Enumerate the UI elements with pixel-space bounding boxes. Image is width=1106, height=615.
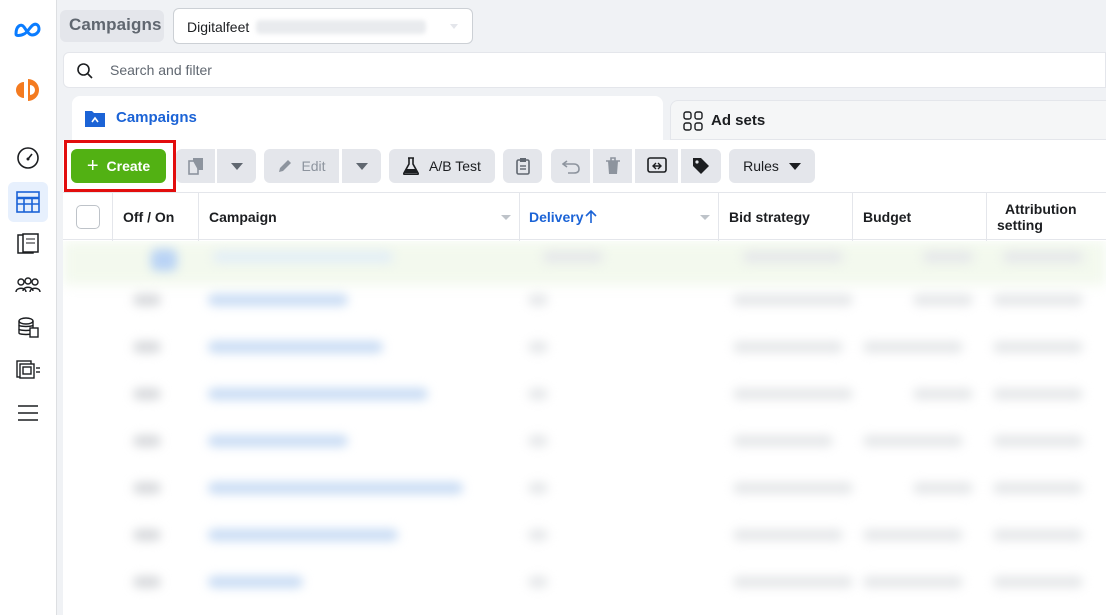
tab-ad-sets-label: Ad sets — [711, 112, 766, 129]
ab-test-button-label: A/B Test — [429, 158, 481, 174]
duplicate-dropdown-button[interactable] — [217, 149, 256, 183]
top-bar: Campaigns Digitalfeet — [57, 0, 1106, 52]
meta-logo-icon[interactable] — [8, 10, 48, 50]
caret-down-icon — [230, 162, 243, 170]
table-row — [63, 476, 1106, 523]
search-and-filter-bar[interactable] — [63, 52, 1106, 88]
trash-icon — [605, 157, 620, 174]
rules-dropdown-button[interactable]: Rules — [729, 149, 815, 183]
catalog-icon[interactable] — [8, 350, 48, 390]
sort-caret-icon[interactable] — [700, 215, 710, 220]
chevron-down-icon — [450, 24, 458, 29]
caret-down-icon — [788, 162, 801, 170]
edit-button-label: Edit — [301, 158, 326, 174]
pencil-icon — [279, 160, 292, 172]
billing-icon[interactable] — [8, 308, 48, 348]
column-header-off-on[interactable]: Off / On — [113, 193, 199, 241]
edit-dropdown-button[interactable] — [342, 149, 381, 183]
tab-campaigns-label: Campaigns — [116, 109, 197, 126]
undo-icon — [561, 160, 580, 174]
tag-button[interactable] — [681, 149, 721, 183]
export-button[interactable] — [635, 149, 678, 183]
column-header-campaign[interactable]: Campaign — [199, 193, 520, 241]
flask-icon — [403, 157, 420, 175]
delete-button[interactable] — [593, 149, 632, 183]
business-logo-icon[interactable] — [8, 70, 48, 110]
ads-manager-table-icon[interactable] — [8, 182, 48, 222]
table-row — [63, 570, 1106, 615]
tag-icon — [693, 158, 709, 174]
sort-ascending-arrow-icon — [585, 210, 598, 223]
audiences-icon[interactable] — [8, 266, 48, 306]
undo-button[interactable] — [551, 149, 590, 183]
column-header-delivery[interactable]: Delivery — [520, 193, 719, 241]
column-header-bid-strategy-label: Bid strategy — [729, 209, 810, 225]
create-button-highlight-annotation — [64, 140, 176, 192]
ad-sets-grid-icon — [683, 111, 703, 131]
duplicate-button[interactable] — [176, 149, 215, 183]
table-row — [63, 523, 1106, 570]
left-navigation-rail — [0, 0, 57, 615]
edit-button[interactable]: Edit — [264, 149, 339, 183]
export-icon — [646, 157, 667, 173]
column-header-budget[interactable]: Budget — [853, 193, 987, 241]
rules-button-label: Rules — [743, 158, 779, 174]
column-header-attribution-line2: setting — [997, 217, 1043, 233]
table-row-highlighted — [63, 241, 1106, 285]
table-row — [63, 429, 1106, 476]
caret-down-icon — [355, 162, 368, 170]
column-header-campaign-label: Campaign — [209, 209, 277, 225]
column-header-delivery-label: Delivery — [529, 209, 584, 225]
select-all-cell — [63, 193, 113, 241]
page-title: Campaigns — [69, 15, 162, 34]
column-header-off-on-label: Off / On — [123, 209, 175, 225]
ab-test-button[interactable]: A/B Test — [389, 149, 495, 183]
tab-campaigns[interactable]: Campaigns — [72, 96, 663, 142]
sort-caret-icon[interactable] — [501, 215, 511, 220]
table-row — [63, 288, 1106, 335]
clipboard-icon — [515, 158, 530, 175]
column-header-budget-label: Budget — [863, 209, 912, 225]
table-row — [63, 382, 1106, 429]
account-id-redacted — [256, 20, 426, 34]
select-all-checkbox[interactable] — [75, 205, 100, 229]
table-row — [63, 335, 1106, 382]
ad-account-selector[interactable]: Digitalfeet — [173, 8, 473, 44]
column-header-attribution-setting[interactable]: Attribution setting — [987, 193, 1106, 241]
duplicate-icon — [187, 158, 203, 175]
folder-icon — [85, 111, 105, 127]
table-header: Off / On Campaign Delivery Bid strategy … — [63, 192, 1106, 241]
search-input[interactable] — [110, 60, 710, 80]
account-name: Digitalfeet — [187, 19, 250, 35]
dashboard-gauge-icon[interactable] — [8, 138, 48, 178]
clipboard-button[interactable] — [503, 149, 542, 183]
column-header-attribution-line1: Attribution — [1005, 201, 1077, 217]
pages-icon[interactable] — [8, 224, 48, 264]
campaign-rows-redacted — [63, 241, 1106, 615]
all-tools-menu-icon[interactable] — [8, 393, 48, 433]
tab-ad-sets[interactable]: Ad sets — [670, 100, 1106, 140]
search-icon — [77, 63, 93, 79]
column-header-bid-strategy[interactable]: Bid strategy — [719, 193, 853, 241]
